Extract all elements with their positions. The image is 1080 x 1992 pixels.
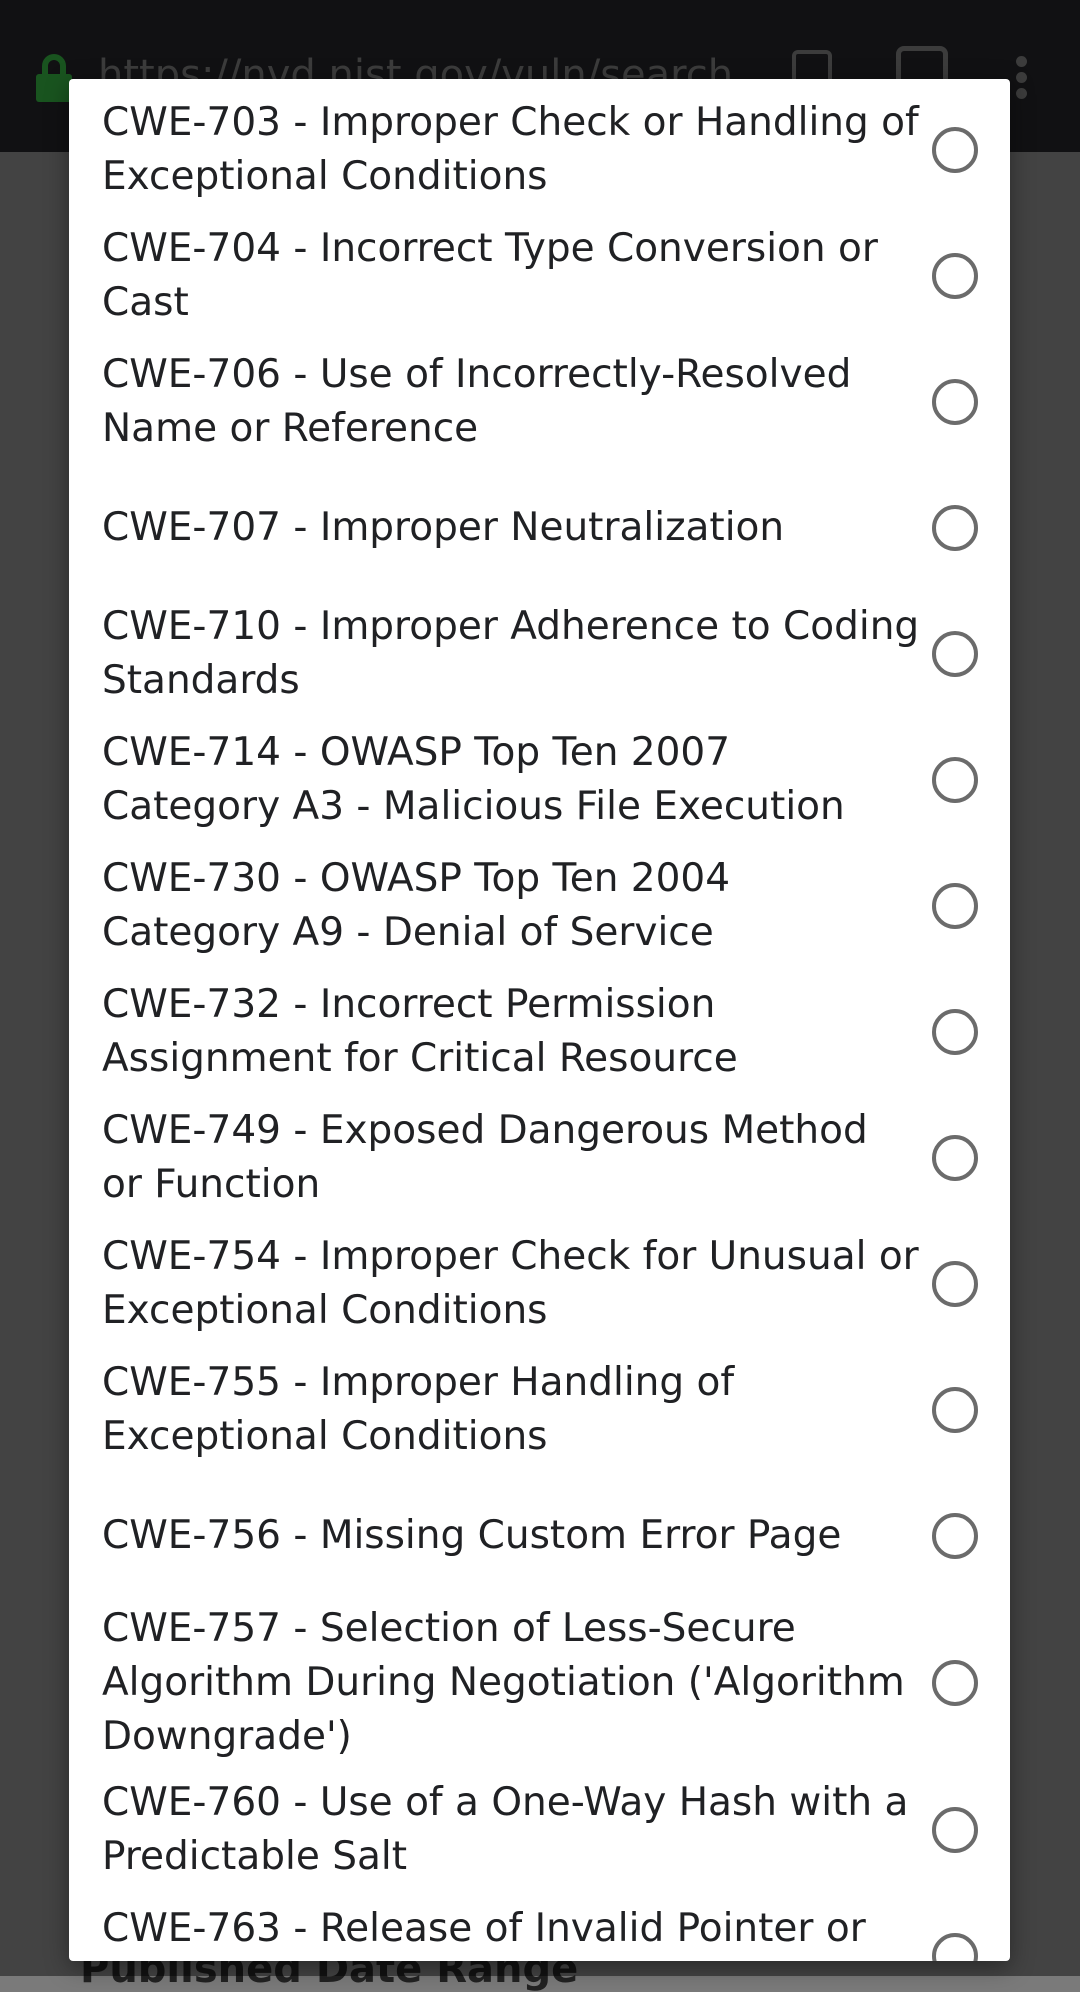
cwe-option-label: CWE-749 - Exposed Dangerous Method or Fu… <box>102 1108 868 1207</box>
cwe-option[interactable]: CWE-760 - Use of a One-Way Hash with a P… <box>69 1767 1010 1893</box>
cwe-option[interactable]: CWE-714 - OWASP Top Ten 2007 Category A3… <box>69 717 1010 843</box>
radio-button[interactable] <box>932 1261 978 1307</box>
cwe-option-label: CWE-757 - Selection of Less-Secure Algor… <box>102 1606 905 1759</box>
cwe-option-label: CWE-754 - Improper Check for Unusual or … <box>102 1234 919 1333</box>
radio-button[interactable] <box>932 883 978 929</box>
cwe-option[interactable]: CWE-749 - Exposed Dangerous Method or Fu… <box>69 1095 1010 1221</box>
cwe-option-label: CWE-730 - OWASP Top Ten 2004 Category A9… <box>102 856 731 955</box>
cwe-option-label: CWE-706 - Use of Incorrectly-Resolved Na… <box>102 352 852 451</box>
cwe-select-dialog: CWE-703 - Improper Check or Handling of … <box>69 79 1010 1961</box>
radio-button[interactable] <box>932 1933 978 1961</box>
cwe-option-label: CWE-714 - OWASP Top Ten 2007 Category A3… <box>102 730 845 829</box>
radio-button[interactable] <box>932 1387 978 1433</box>
cwe-option[interactable]: CWE-710 - Improper Adherence to Coding S… <box>69 591 1010 717</box>
cwe-option-label: CWE-703 - Improper Check or Handling of … <box>102 100 919 199</box>
radio-button[interactable] <box>932 1135 978 1181</box>
radio-button[interactable] <box>932 127 978 173</box>
cwe-option[interactable]: CWE-732 - Incorrect Permission Assignmen… <box>69 969 1010 1095</box>
cwe-option-label: CWE-756 - Missing Custom Error Page <box>102 1513 842 1558</box>
cwe-option-label: CWE-710 - Improper Adherence to Coding S… <box>102 604 920 703</box>
cwe-option[interactable]: CWE-757 - Selection of Less-Secure Algor… <box>69 1599 1010 1767</box>
cwe-option-list: CWE-703 - Improper Check or Handling of … <box>69 79 1010 1961</box>
cwe-option-label: CWE-755 - Improper Handling of Exception… <box>102 1360 735 1459</box>
radio-button[interactable] <box>932 379 978 425</box>
radio-button[interactable] <box>932 505 978 551</box>
cwe-option[interactable]: CWE-754 - Improper Check for Unusual or … <box>69 1221 1010 1347</box>
radio-button[interactable] <box>932 1009 978 1055</box>
cwe-option[interactable]: CWE-730 - OWASP Top Ten 2004 Category A9… <box>69 843 1010 969</box>
radio-button[interactable] <box>932 1660 978 1706</box>
cwe-option-label: CWE-763 - Release of Invalid Pointer or … <box>102 1906 866 1961</box>
cwe-option[interactable]: CWE-707 - Improper Neutralization <box>69 465 1010 591</box>
radio-button[interactable] <box>932 631 978 677</box>
radio-button[interactable] <box>932 253 978 299</box>
cwe-option[interactable]: CWE-756 - Missing Custom Error Page <box>69 1473 1010 1599</box>
cwe-option-label: CWE-704 - Incorrect Type Conversion or C… <box>102 226 878 325</box>
radio-button[interactable] <box>932 757 978 803</box>
cwe-option[interactable]: CWE-704 - Incorrect Type Conversion or C… <box>69 213 1010 339</box>
cwe-option[interactable]: CWE-706 - Use of Incorrectly-Resolved Na… <box>69 339 1010 465</box>
cwe-option[interactable]: CWE-763 - Release of Invalid Pointer or … <box>69 1893 1010 1961</box>
cwe-option-label: CWE-732 - Incorrect Permission Assignmen… <box>102 982 738 1081</box>
cwe-option[interactable]: CWE-755 - Improper Handling of Exception… <box>69 1347 1010 1473</box>
cwe-option-label: CWE-760 - Use of a One-Way Hash with a P… <box>102 1780 909 1879</box>
cwe-option[interactable]: CWE-703 - Improper Check or Handling of … <box>69 87 1010 213</box>
radio-button[interactable] <box>932 1513 978 1559</box>
cwe-option-label: CWE-707 - Improper Neutralization <box>102 505 785 550</box>
radio-button[interactable] <box>932 1807 978 1853</box>
